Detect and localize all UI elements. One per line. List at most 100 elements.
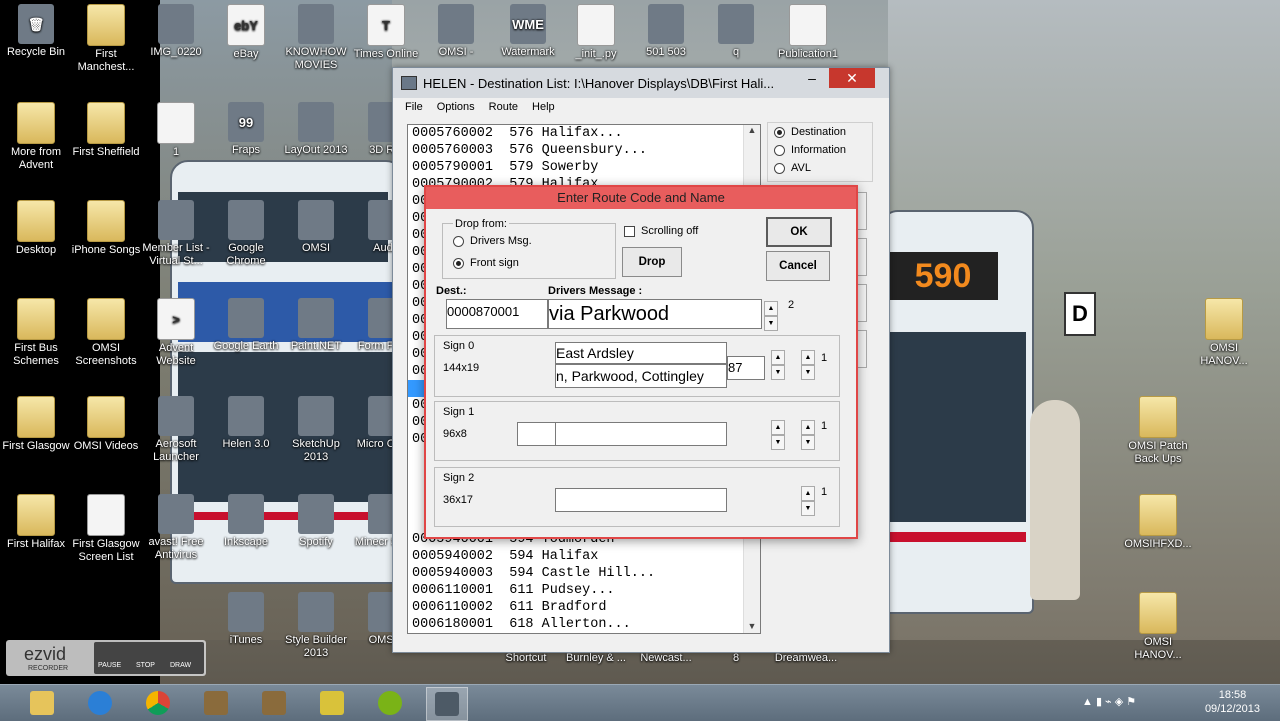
menu-options[interactable]: Options bbox=[437, 101, 475, 113]
desktop-icon[interactable]: > Advent Website bbox=[140, 298, 212, 368]
desktop-icon[interactable]: _init_.py bbox=[560, 4, 632, 61]
desktop-icon[interactable]: LayOut 2013 bbox=[280, 102, 352, 157]
destination-row[interactable]: 0006110001 611 Pudsey... bbox=[408, 582, 744, 599]
taskbar-app-2[interactable] bbox=[254, 687, 294, 719]
sign-0-line2[interactable]: n, Parkwood, Cottingley bbox=[555, 364, 727, 388]
destination-row[interactable]: 0005940003 594 Castle Hill... bbox=[408, 565, 744, 582]
tray-icons[interactable]: ▲ ▮ ⌁ ◈ ⚑ bbox=[1082, 695, 1136, 708]
desktop-icon[interactable]: OMSI HANOV... bbox=[1188, 298, 1260, 368]
minimize-button[interactable]: – bbox=[799, 70, 825, 88]
drop-drivers-msg-radio[interactable]: Drivers Msg. bbox=[447, 232, 532, 250]
sign-0-spinner-b[interactable]: ▲ ▼ bbox=[801, 350, 815, 380]
sign-1-spinner-a[interactable]: ▲ ▼ bbox=[771, 420, 785, 450]
destination-row[interactable]: 0005790001 579 Sowerby bbox=[408, 159, 760, 176]
desktop-icon[interactable]: First Glasgow bbox=[0, 396, 72, 453]
desktop-icon[interactable]: 8 bbox=[700, 652, 772, 665]
desktop-icon[interactable]: Burnley & ... bbox=[560, 652, 632, 665]
desktop-icon[interactable]: OMSI - bbox=[420, 4, 492, 59]
cancel-button[interactable]: Cancel bbox=[766, 251, 830, 281]
menu-file[interactable]: File bbox=[405, 101, 423, 113]
desktop-icon[interactable]: SketchUp 2013 bbox=[280, 396, 352, 464]
drivers-message-spinner[interactable]: ▲ ▼ bbox=[764, 301, 778, 331]
taskbar-app-1[interactable] bbox=[196, 687, 236, 719]
helen-titlebar[interactable]: HELEN - Destination List: I:\Hanover Dis… bbox=[393, 68, 889, 98]
desktop-icon[interactable]: Desktop bbox=[0, 200, 72, 257]
taskbar-fraps[interactable] bbox=[312, 687, 352, 719]
dest-code-field[interactable]: 0000870001 bbox=[446, 299, 548, 329]
desktop-icon[interactable]: First Bus Schemes bbox=[0, 298, 72, 368]
sign-1-line1[interactable] bbox=[555, 422, 727, 446]
desktop-icon[interactable]: T Times Online bbox=[350, 4, 422, 61]
desktop-icon[interactable]: Spotify bbox=[280, 494, 352, 549]
desktop-icon[interactable]: More from Advent bbox=[0, 102, 72, 172]
desktop-icon[interactable]: First Manchest... bbox=[70, 4, 142, 74]
desktop-icon[interactable]: Dreamwea... bbox=[770, 652, 842, 665]
drivers-message-field[interactable]: via Parkwood bbox=[548, 299, 762, 329]
desktop-icon[interactable]: Newcast... bbox=[630, 652, 702, 665]
desktop-icon[interactable]: OMSIHFXD... bbox=[1122, 494, 1194, 551]
clock[interactable]: 18:58 09/12/2013 bbox=[1205, 688, 1260, 716]
taskbar-spotify[interactable] bbox=[370, 687, 410, 719]
desktop-icon[interactable]: WME Watermark bbox=[492, 4, 564, 59]
taskbar-explorer[interactable] bbox=[22, 687, 62, 719]
taskbar-chrome[interactable] bbox=[138, 687, 178, 719]
desktop-icon[interactable]: Inkscape bbox=[210, 494, 282, 549]
desktop-icon[interactable]: Style Builder 2013 bbox=[280, 592, 352, 660]
sign-1-route-field[interactable] bbox=[517, 422, 557, 446]
destination-row[interactable]: 0005760002 576 Halifax... bbox=[408, 125, 760, 142]
desktop-icon[interactable]: OMSI Videos bbox=[70, 396, 142, 453]
desktop-icon[interactable]: Google Chrome bbox=[210, 200, 282, 268]
desktop-icon[interactable]: First Glasgow Screen List bbox=[70, 494, 142, 564]
desktop-icon[interactable]: First Halifax bbox=[0, 494, 72, 551]
desktop-icon[interactable]: KNOWHOW MOVIES bbox=[280, 4, 352, 72]
scroll-down-icon[interactable]: ▼ bbox=[744, 621, 760, 631]
desktop-icon[interactable]: IMG_0220 bbox=[140, 4, 212, 59]
taskbar-ie[interactable] bbox=[80, 687, 120, 719]
sign-0-route-field[interactable]: 87 bbox=[727, 356, 765, 380]
destination-row[interactable]: 0005940002 594 Halifax bbox=[408, 548, 744, 565]
desktop-icon[interactable]: First Sheffield bbox=[70, 102, 142, 159]
desktop-icon[interactable]: Publication1 bbox=[772, 4, 844, 61]
sign-1-spinner-b[interactable]: ▲ ▼ bbox=[801, 420, 815, 450]
scroll-up-icon[interactable]: ▲ bbox=[744, 125, 760, 135]
scrolling-off-checkbox[interactable]: Scrolling off bbox=[624, 225, 698, 237]
menu-help[interactable]: Help bbox=[532, 101, 555, 113]
desktop-icon[interactable]: iTunes bbox=[210, 592, 282, 647]
ok-button[interactable]: OK bbox=[766, 217, 832, 247]
desktop-icon[interactable]: Google Earth bbox=[210, 298, 282, 353]
sign-2-spinner[interactable]: ▲ ▼ bbox=[801, 486, 815, 516]
ezvid-pause-button[interactable]: PAUSE bbox=[98, 662, 121, 669]
desktop-icon[interactable]: q bbox=[700, 4, 772, 59]
mode-information[interactable]: Information bbox=[768, 141, 872, 159]
desktop-icon[interactable]: OMSI HANOV... bbox=[1122, 592, 1194, 662]
desktop-icon[interactable]: 🗑 Recycle Bin bbox=[0, 4, 72, 59]
mode-destination[interactable]: Destination bbox=[768, 123, 872, 141]
desktop-icon[interactable]: Member List - Virtual St... bbox=[140, 200, 212, 268]
sign-0-line1[interactable]: East Ardsley bbox=[555, 342, 727, 364]
destination-row[interactable]: 0006180001 618 Allerton... bbox=[408, 616, 744, 633]
ezvid-stop-button[interactable]: STOP bbox=[136, 662, 155, 669]
desktop-icon[interactable]: OMSI bbox=[280, 200, 352, 255]
desktop-icon[interactable]: Shortcut bbox=[490, 652, 562, 665]
desktop-icon[interactable]: Aerosoft Launcher bbox=[140, 396, 212, 464]
ezvid-draw-button[interactable]: DRAW bbox=[170, 662, 191, 669]
desktop-icon[interactable]: OMSI Patch Back Ups bbox=[1122, 396, 1194, 466]
sign-0-spinner-a[interactable]: ▲ ▼ bbox=[771, 350, 785, 380]
desktop-icon[interactable]: avast! Free Antivirus bbox=[140, 494, 212, 562]
desktop-icon[interactable]: 99 Fraps bbox=[210, 102, 282, 157]
mode-avl[interactable]: AVL bbox=[768, 159, 872, 177]
drop-front-sign-radio[interactable]: Front sign bbox=[447, 254, 519, 272]
destination-row[interactable]: 0005760003 576 Queensbury... bbox=[408, 142, 760, 159]
destination-row[interactable]: 0006110002 611 Bradford bbox=[408, 599, 744, 616]
desktop-icon[interactable]: OMSI Screenshots bbox=[70, 298, 142, 368]
desktop-icon[interactable]: iPhone Songs bbox=[70, 200, 142, 257]
desktop-icon[interactable]: 1 bbox=[140, 102, 212, 159]
desktop-icon[interactable]: 501 503 bbox=[630, 4, 702, 59]
desktop-icon[interactable]: ebY eBay bbox=[210, 4, 282, 61]
drop-button[interactable]: Drop bbox=[622, 247, 682, 277]
taskbar-helen[interactable] bbox=[426, 687, 468, 721]
menu-route[interactable]: Route bbox=[489, 101, 518, 113]
desktop-icon[interactable]: Paint.NET bbox=[280, 298, 352, 353]
desktop-icon[interactable]: Helen 3.0 bbox=[210, 396, 282, 451]
close-button[interactable]: ✕ bbox=[829, 68, 875, 88]
